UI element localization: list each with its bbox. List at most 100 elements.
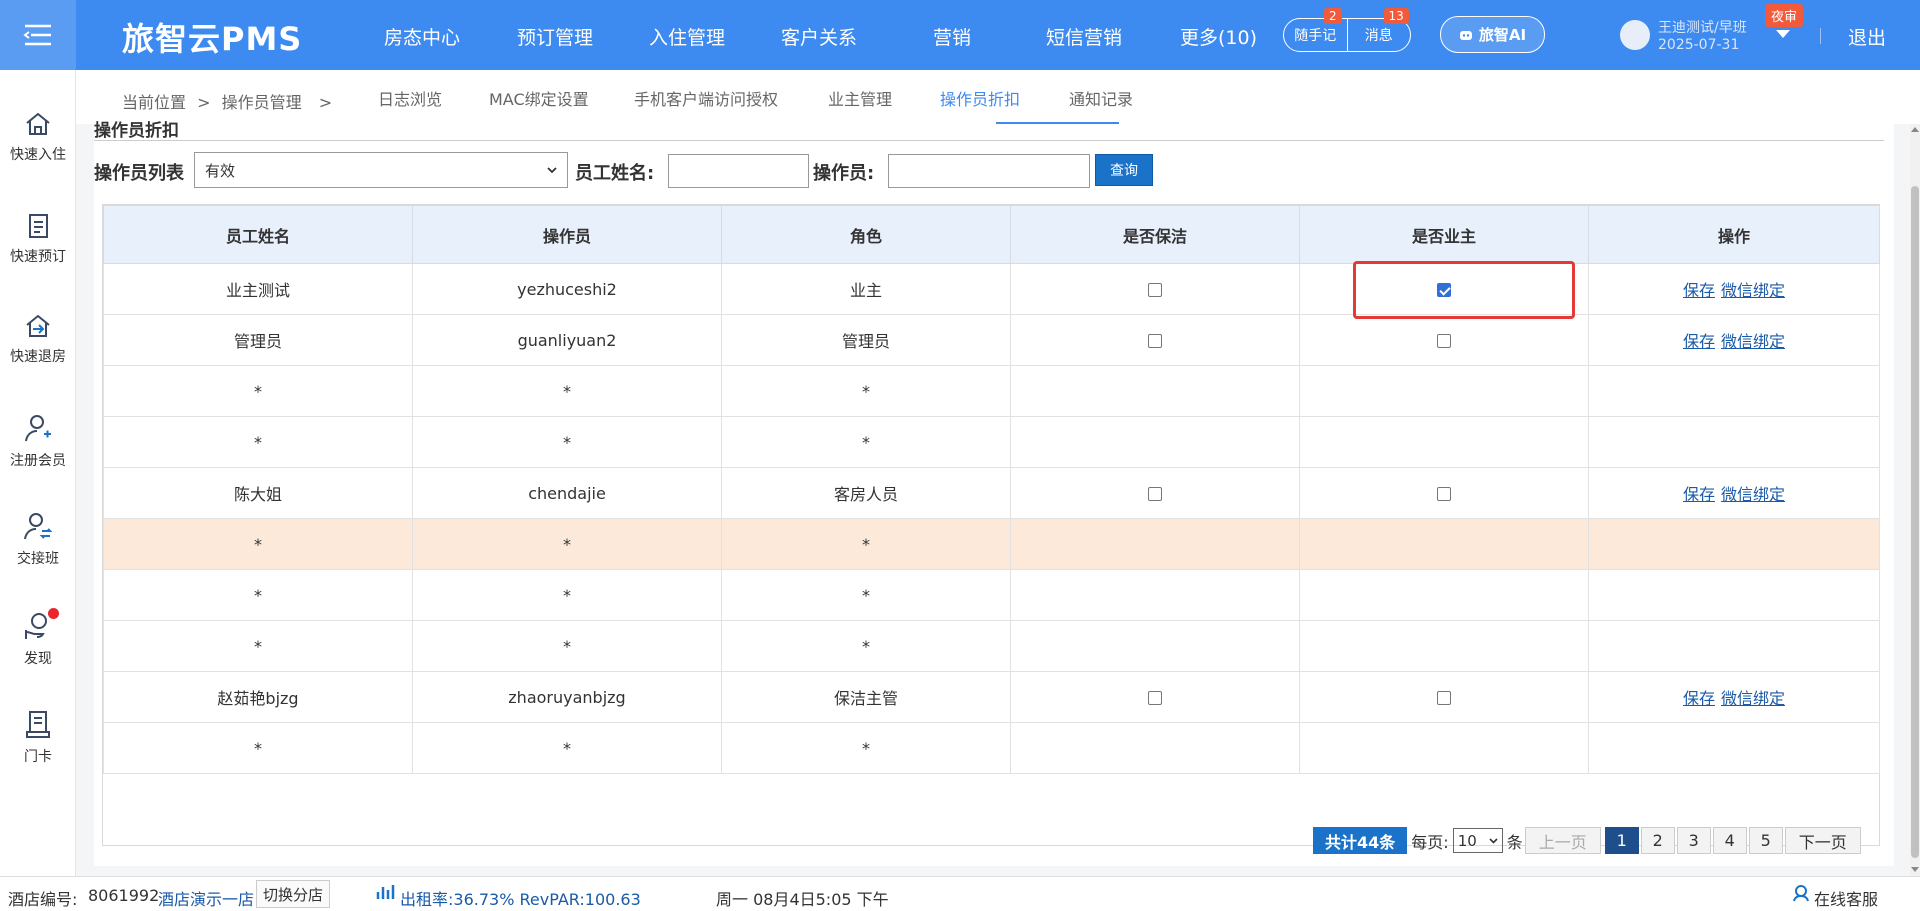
wechat-bind-link[interactable]: 微信绑定 bbox=[1721, 281, 1785, 300]
sidebar-item-door-card[interactable]: 门卡 bbox=[0, 708, 76, 766]
door-card-icon bbox=[26, 711, 50, 738]
booking-list-icon bbox=[29, 214, 48, 238]
cell-staff-name: * bbox=[103, 569, 413, 621]
notes-badge: 2 bbox=[1324, 8, 1342, 24]
is-cleaner-checkbox[interactable] bbox=[1148, 691, 1162, 705]
messages-button[interactable]: 消息 13 bbox=[1346, 8, 1411, 51]
cell-operator: * bbox=[412, 416, 722, 468]
nav-more[interactable]: 更多(10) bbox=[1180, 23, 1257, 50]
top-bar: 旅智云PMS 房态中心 预订管理 入住管理 客户关系 营销 短信营销 更多(10… bbox=[0, 0, 1920, 70]
tab-mac-binding[interactable]: MAC绑定设置 bbox=[489, 86, 589, 110]
prev-page-button[interactable]: 上一页 bbox=[1524, 827, 1601, 854]
nav-checkin[interactable]: 入住管理 bbox=[649, 23, 725, 50]
page-button[interactable]: 1 bbox=[1604, 827, 1639, 854]
scroll-up-icon[interactable] bbox=[1911, 127, 1919, 132]
is-cleaner-cell bbox=[1010, 722, 1300, 774]
is-cleaner-checkbox[interactable] bbox=[1148, 334, 1162, 348]
shift-handover-icon bbox=[24, 513, 53, 540]
cell-role: * bbox=[721, 569, 1011, 621]
cell-role: * bbox=[721, 518, 1011, 570]
save-link[interactable]: 保存 bbox=[1683, 281, 1715, 300]
cell-actions bbox=[1588, 365, 1880, 417]
checkout-icon bbox=[26, 314, 50, 337]
page-scrollbar[interactable] bbox=[1910, 124, 1920, 876]
cell-actions: 保存 微信绑定 bbox=[1588, 467, 1880, 519]
hotel-no: 8061992 bbox=[88, 886, 160, 905]
nav-booking[interactable]: 预订管理 bbox=[517, 23, 593, 50]
cell-role: * bbox=[721, 620, 1011, 672]
hotel-name-link[interactable]: 酒店演示一店 bbox=[158, 886, 254, 910]
staff-name-label: 员工姓名: bbox=[575, 163, 655, 184]
total-count: 共计44条 bbox=[1313, 827, 1408, 854]
sidebar-item-register-member[interactable]: 注册会员 bbox=[0, 412, 76, 470]
nav-crm[interactable]: 客户关系 bbox=[781, 23, 857, 50]
is-cleaner-checkbox[interactable] bbox=[1148, 283, 1162, 297]
logout-button[interactable]: 退出 bbox=[1848, 23, 1886, 50]
tab-owner-management[interactable]: 业主管理 bbox=[828, 86, 892, 110]
save-link[interactable]: 保存 bbox=[1683, 689, 1715, 708]
save-link[interactable]: 保存 bbox=[1683, 332, 1715, 351]
wechat-bind-link[interactable]: 微信绑定 bbox=[1721, 332, 1785, 351]
cell-staff-name: * bbox=[103, 620, 413, 672]
sidebar-item-quick-booking[interactable]: 快速预订 bbox=[0, 212, 76, 266]
is-owner-cell bbox=[1299, 416, 1589, 468]
breadcrumb-parent[interactable]: 操作员管理 bbox=[222, 93, 302, 112]
is-cleaner-cell bbox=[1010, 416, 1300, 468]
nav-room-status[interactable]: 房态中心 bbox=[384, 23, 460, 50]
sidebar-item-shift-handover[interactable]: 交接班 bbox=[0, 510, 76, 568]
page-button[interactable]: 2 bbox=[1640, 827, 1675, 854]
menu-toggle-icon[interactable] bbox=[0, 0, 76, 70]
robot-icon bbox=[1459, 30, 1472, 40]
sidebar-item-quick-checkin[interactable]: 快速入住 bbox=[0, 110, 76, 164]
notes-messages-group: 随手记 2 消息 13 bbox=[1283, 8, 1411, 52]
nav-sms-marketing[interactable]: 短信营销 bbox=[1046, 23, 1122, 50]
tab-mobile-access[interactable]: 手机客户端访问授权 bbox=[634, 86, 778, 110]
sidebar-label: 快速退房 bbox=[10, 349, 66, 365]
is-owner-checkbox[interactable] bbox=[1437, 487, 1451, 501]
messages-badge: 13 bbox=[1383, 8, 1409, 24]
operator-list-select[interactable]: 有效 bbox=[194, 152, 568, 188]
sidebar-label: 快速入住 bbox=[10, 147, 66, 163]
page-button[interactable]: 3 bbox=[1676, 827, 1711, 854]
ai-assistant-button[interactable]: 旅智AI bbox=[1440, 16, 1545, 53]
is-cleaner-cell bbox=[1010, 671, 1300, 723]
query-button[interactable]: 查询 bbox=[1095, 154, 1153, 186]
sidebar-label: 快速预订 bbox=[10, 249, 66, 265]
table-row: * * * bbox=[103, 620, 1880, 672]
tab-notification-log[interactable]: 通知记录 bbox=[1069, 86, 1133, 110]
col-header-operator: 操作员 bbox=[412, 205, 722, 264]
nav-marketing[interactable]: 营销 bbox=[933, 23, 971, 50]
wechat-bind-link[interactable]: 微信绑定 bbox=[1721, 485, 1785, 504]
table-row: * * * bbox=[103, 416, 1880, 468]
user-avatar[interactable] bbox=[1620, 20, 1650, 50]
current-datetime: 周一 08月4日5:05 下午 bbox=[716, 890, 889, 909]
per-page-value: 10 bbox=[1457, 831, 1477, 850]
is-owner-checkbox[interactable] bbox=[1437, 691, 1451, 705]
cell-operator: chendajie bbox=[412, 467, 722, 519]
user-dropdown-icon[interactable] bbox=[1776, 30, 1790, 38]
scroll-down-icon[interactable] bbox=[1911, 867, 1919, 872]
cell-actions: 保存 微信绑定 bbox=[1588, 314, 1880, 366]
staff-name-input[interactable] bbox=[668, 154, 809, 188]
operator-input[interactable] bbox=[888, 154, 1090, 188]
per-page-select[interactable]: 10 bbox=[1452, 828, 1503, 853]
switch-branch-button[interactable]: 切换分店 bbox=[256, 880, 331, 908]
save-link[interactable]: 保存 bbox=[1683, 485, 1715, 504]
wechat-bind-link[interactable]: 微信绑定 bbox=[1721, 689, 1785, 708]
page-button[interactable]: 4 bbox=[1712, 827, 1747, 854]
online-service-link[interactable]: 在线客服 bbox=[1814, 886, 1878, 910]
sidebar-item-quick-checkout[interactable]: 快速退房 bbox=[0, 312, 76, 366]
notes-button[interactable]: 随手记 2 bbox=[1284, 8, 1347, 51]
divider bbox=[1820, 28, 1821, 44]
page-button[interactable]: 5 bbox=[1748, 827, 1783, 854]
scroll-thumb[interactable] bbox=[1911, 186, 1919, 858]
is-owner-checkbox[interactable] bbox=[1437, 334, 1451, 348]
chevron-down-icon bbox=[1489, 837, 1498, 844]
tab-operator-discount[interactable]: 操作员折扣 bbox=[940, 86, 1020, 110]
is-cleaner-checkbox[interactable] bbox=[1148, 487, 1162, 501]
cell-role: * bbox=[721, 722, 1011, 774]
next-page-button[interactable]: 下一页 bbox=[1784, 827, 1861, 854]
sidebar-item-discover[interactable]: 发现 bbox=[0, 608, 76, 668]
table-row: 赵茹艳bjzg zhaoruyanbjzg 保洁主管 保存 微信绑定 bbox=[103, 671, 1880, 723]
tab-log-browse[interactable]: 日志浏览 bbox=[378, 86, 442, 110]
